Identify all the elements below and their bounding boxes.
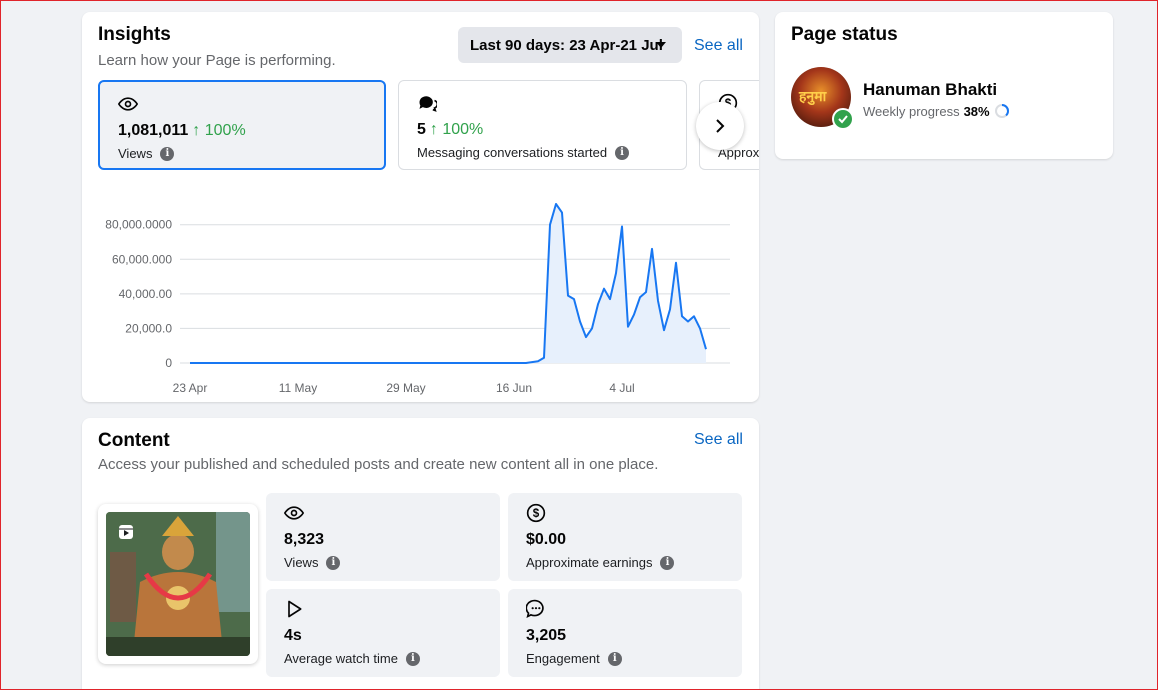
content-card: Content See all Access your published an… xyxy=(82,418,759,690)
x-tick-label: 4 Jul xyxy=(609,381,634,395)
y-tick-label: 0 xyxy=(165,356,172,370)
post-thumbnail[interactable] xyxy=(98,504,258,664)
stat-watch-time-value: 4s xyxy=(284,627,302,644)
stat-engagement-label: Engagement i xyxy=(526,651,622,666)
x-tick-label: 29 May xyxy=(386,381,425,395)
metric-messaging[interactable]: 5 ↑ 100% Messaging conversations started i xyxy=(398,80,687,170)
y-tick-label: 20,000.0 xyxy=(125,321,172,335)
stat-engagement[interactable]: 3,205 Engagement i xyxy=(508,589,742,677)
content-title: Content xyxy=(98,430,170,451)
y-tick-label: 60,000.000 xyxy=(112,252,172,266)
progress-ring-icon xyxy=(994,104,1009,118)
info-icon[interactable]: i xyxy=(615,145,630,160)
info-icon[interactable]: i xyxy=(326,555,341,570)
y-tick-label: 40,000.00 xyxy=(119,287,173,301)
metric-views[interactable]: 1,081,011 ↑ 100% Views i xyxy=(98,80,386,170)
stat-earnings[interactable]: $ $0.00 Approximate earnings i xyxy=(508,493,742,581)
views-area-fill xyxy=(190,204,706,363)
insights-card: Insights Learn how your Page is performi… xyxy=(82,12,759,402)
metric-views-value: 1,081,011 ↑ 100% xyxy=(118,122,246,139)
svg-text:$: $ xyxy=(533,507,540,520)
weekly-progress: Weekly progress 38% xyxy=(863,103,1010,119)
page-status-title: Page status xyxy=(791,24,898,45)
chevron-right-icon xyxy=(716,119,725,133)
info-icon[interactable]: i xyxy=(660,555,675,570)
metric-messaging-value: 5 ↑ 100% xyxy=(417,121,484,138)
stat-views-value: 8,323 xyxy=(284,531,325,548)
next-metrics-button[interactable] xyxy=(696,102,744,150)
chat-bubbles-icon xyxy=(419,96,437,112)
insights-see-all-link[interactable]: See all xyxy=(694,37,743,55)
stat-views[interactable]: 8,323 Views i xyxy=(266,493,500,581)
post-image xyxy=(106,512,250,656)
y-tick-label: 80,000.0000 xyxy=(105,218,172,232)
info-icon[interactable]: i xyxy=(607,651,622,666)
info-icon[interactable]: i xyxy=(160,146,175,161)
weekly-progress-label: Weekly progress xyxy=(863,103,960,119)
stat-earnings-value: $0.00 xyxy=(526,531,567,548)
insights-title: Insights xyxy=(98,24,171,45)
x-tick-label: 23 Apr xyxy=(173,381,208,395)
metric-views-change: ↑ 100% xyxy=(192,122,246,139)
caret-down-icon xyxy=(656,42,666,48)
stat-watch-time-label: Average watch time i xyxy=(284,651,420,666)
info-icon[interactable]: i xyxy=(405,651,420,666)
verified-check-icon xyxy=(832,108,854,130)
metric-views-label: Views i xyxy=(118,146,175,161)
date-range-dropdown[interactable]: Last 90 days: 23 Apr-21 Jul xyxy=(458,27,682,63)
reel-icon xyxy=(119,525,133,539)
eye-icon xyxy=(118,97,138,111)
views-chart: 0 20,000.0 40,000.00 60,000.000 80,000.0000 2… xyxy=(105,203,730,395)
insights-subtitle: Learn how your Page is performing. xyxy=(98,52,336,69)
play-icon xyxy=(288,600,302,618)
page-name[interactable]: Hanuman Bhakti xyxy=(863,80,997,100)
weekly-progress-value: 38% xyxy=(963,103,990,119)
stat-engagement-value: 3,205 xyxy=(526,627,567,644)
emoji-chat-icon xyxy=(526,599,544,619)
eye-icon xyxy=(284,506,304,520)
metric-messaging-change: ↑ 100% xyxy=(429,121,484,138)
content-see-all-link[interactable]: See all xyxy=(694,431,743,449)
page-status-card: Page status हनुमा Hanuman Bhakti Weekly … xyxy=(775,12,1113,159)
x-tick-label: 11 May xyxy=(279,381,317,395)
content-subtitle: Access your published and scheduled post… xyxy=(98,456,659,473)
avatar-logo-text: हनुमा xyxy=(799,89,827,105)
x-tick-label: 16 Jun xyxy=(496,381,532,395)
stat-earnings-label: Approximate earnings i xyxy=(526,555,675,570)
stat-views-label: Views i xyxy=(284,555,341,570)
dollar-icon: $ xyxy=(526,503,546,523)
metric-messaging-label: Messaging conversations started i xyxy=(417,145,630,160)
date-range-label: Last 90 days: 23 Apr-21 Jul xyxy=(470,36,663,54)
stat-watch-time[interactable]: 4s Average watch time i xyxy=(266,589,500,677)
